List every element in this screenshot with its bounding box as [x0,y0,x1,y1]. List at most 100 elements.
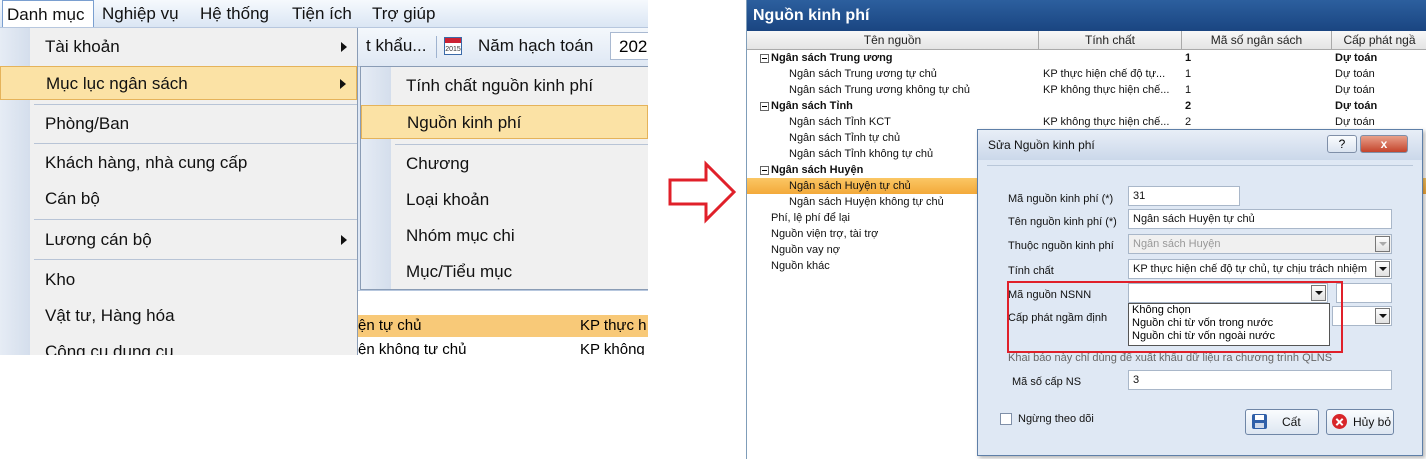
menu-item-vat-tu-hang-hoa[interactable]: Vật tư, Hàng hóa [0,299,357,333]
tree-group-row[interactable]: Ngân sách Trung ương 1 Dự toán [747,50,1426,66]
menu-item-muc-luc-ngan-sach[interactable]: Mục lục ngân sách [0,66,357,100]
submenu-arrow-icon [341,235,347,245]
collapse-minus-icon[interactable] [760,54,769,63]
right-arrow-icon [668,160,737,224]
cell-code: 2 [1185,116,1192,128]
menu-item-phong-ban[interactable]: Phòng/Ban [0,107,357,141]
menu-item-label: Nhóm mục chi [406,226,515,245]
menu-separator [34,219,357,220]
toolbar: t khẩu... 2015 Năm hạch toán 202 [358,28,648,67]
parent-select[interactable]: Ngân sách Huyện [1128,234,1392,254]
cell-alloc: Dự toán [1335,68,1375,80]
table-row[interactable]: Ngân sách Tỉnh KCT KP không thực hiện chế… [747,114,1426,130]
save-button-label: Cất [1282,415,1301,429]
menu-tien-ich[interactable]: Tiện ích [288,0,356,27]
menu-he-thong[interactable]: Hệ thống [196,0,273,27]
cell-alloc: Dự toán [1335,84,1375,96]
collapse-minus-icon[interactable] [760,166,769,175]
menu-item-cong-cu-dung-cu[interactable]: Công cụ dụng cụ [0,335,357,355]
parent-select-value: Ngân sách Huyện [1133,238,1221,250]
left-app-window: Danh mục Nghiệp vụ Hệ thống Tiện ích Trợ… [0,0,648,355]
cell-code: 2 [1185,100,1192,112]
table-row[interactable]: Ngân sách Trung ương tự chủ KP thực hiện … [747,66,1426,82]
nature-select-value: KP thực hiện chế độ tự chủ, tự chịu trác… [1133,263,1368,275]
menu-tro-giup[interactable]: Trợ giúp [368,0,439,27]
submenu-item-muc-tieu-muc[interactable]: Mục/Tiểu mục [361,255,648,289]
menu-item-kho[interactable]: Kho [0,263,357,297]
toolbar-export-button[interactable]: t khẩu... [366,36,426,56]
nsnn-name-field [1336,283,1392,303]
menu-item-label: Khách hàng, nhà cung cấp [45,153,248,172]
level-input[interactable]: 3 [1128,370,1392,390]
cell-name: Ngân sách Tỉnh KCT [789,116,891,128]
tree-group-row[interactable]: Ngân sách Tỉnh 2 Dự toán [747,98,1426,114]
cell-name: Ngân sách Trung ương tự chủ [789,68,937,80]
menu-item-label: Tính chất nguồn kinh phí [406,76,594,95]
submenu-item-chuong[interactable]: Chương [361,147,648,181]
cell-code: 1 [1185,52,1192,64]
menu-danh-muc[interactable]: Danh mục [2,0,94,27]
menu-item-label: Loại khoản [406,190,490,209]
code-label: Mã nguồn kinh phí (*) [1008,193,1114,205]
column-header-ten-nguon[interactable]: Tên nguồn [747,31,1039,49]
red-annotation-box [1007,281,1343,353]
cell-nature: KP thực hiện chế độ tự... [1043,68,1166,80]
name-input[interactable]: Ngân sách Huyện tự chủ [1128,209,1392,229]
cell-code: 1 [1185,84,1192,96]
menu-item-khach-hang[interactable]: Khách hàng, nhà cung cấp [0,146,357,180]
cell-name: Nguồn viện trợ, tài trợ [771,228,879,240]
column-header-cap-phat[interactable]: Cấp phát ngầ [1332,31,1426,49]
row-nature: KP không [580,341,645,355]
help-button[interactable]: ? [1327,135,1357,153]
menu-item-can-bo[interactable]: Cán bộ [0,182,357,216]
submenu-item-tinh-chat[interactable]: Tính chất nguồn kinh phí [361,69,648,103]
menu-item-label: Chương [406,154,470,173]
chevron-down-icon [1375,261,1390,277]
stop-tracking-checkbox[interactable] [1000,413,1012,425]
table-row[interactable]: Ngân sách Trung ương không tự chủ KP khôn… [747,82,1426,98]
cell-name: Ngân sách Huyện [771,164,864,176]
calendar-icon-year: 2015 [445,46,461,53]
row-name: ện không tự chủ [358,341,467,355]
table-row[interactable]: ện không tự chủ KP không [358,339,648,355]
calendar-icon[interactable]: 2015 [444,37,462,55]
nature-select[interactable]: KP thực hiện chế độ tự chủ, tự chịu trác… [1128,259,1392,279]
chevron-down-icon [1375,308,1390,324]
cancel-button[interactable]: Hủy bỏ [1326,409,1394,435]
submenu-arrow-icon [340,79,346,89]
cell-name: Nguồn khác [771,260,830,272]
menu-item-label: Công cụ dụng cụ [45,342,174,355]
cell-nature: KP không thực hiện chế... [1043,116,1170,128]
menu-separator [395,144,648,145]
collapse-minus-icon[interactable] [760,102,769,111]
submenu-item-loai-khoan[interactable]: Loại khoản [361,183,648,217]
cancel-button-label: Hủy bỏ [1353,415,1392,429]
level-label: Mã số cấp NS [1012,376,1082,388]
column-header-tinh-chat[interactable]: Tính chất [1039,31,1182,49]
menu-separator [34,104,357,105]
cell-alloc: Dự toán [1335,100,1378,112]
menu-item-luong-can-bo[interactable]: Lương cán bộ [0,223,357,257]
menu-nghiep-vu[interactable]: Nghiệp vụ [98,0,183,27]
cell-name: Nguồn vay nợ [771,244,840,256]
cell-name: Ngân sách Tỉnh không tự chủ [789,148,934,160]
submenu-item-nguon-kinh-phi[interactable]: Nguồn kinh phí [361,105,648,139]
menu-item-label: Mục lục ngân sách [46,74,188,93]
save-button[interactable]: Cất [1245,409,1319,435]
table-row[interactable]: ện tự chủ KP thực h [358,315,648,337]
menu-item-label: Phòng/Ban [45,114,130,133]
submenu-item-nhom-muc-chi[interactable]: Nhóm mục chi [361,219,648,253]
menu-item-label: Lương cán bộ [45,230,152,249]
row-name: ện tự chủ [358,317,422,334]
dialog-divider [987,165,1413,166]
parent-label: Thuộc nguồn kinh phí [1008,240,1114,252]
fiscal-year-input[interactable]: 202 [610,32,648,60]
code-input[interactable]: 31 [1128,186,1240,206]
column-header-ma-so-ngan-sach[interactable]: Mã số ngân sách [1182,31,1332,49]
row-nature: KP thực h [580,317,647,334]
menu-item-tai-khoan[interactable]: Tài khoản [0,30,357,64]
cancel-icon [1332,414,1347,429]
menu-item-label: Nguồn kinh phí [407,113,522,132]
menu-item-label: Kho [45,270,76,289]
close-button[interactable]: x [1360,135,1408,153]
